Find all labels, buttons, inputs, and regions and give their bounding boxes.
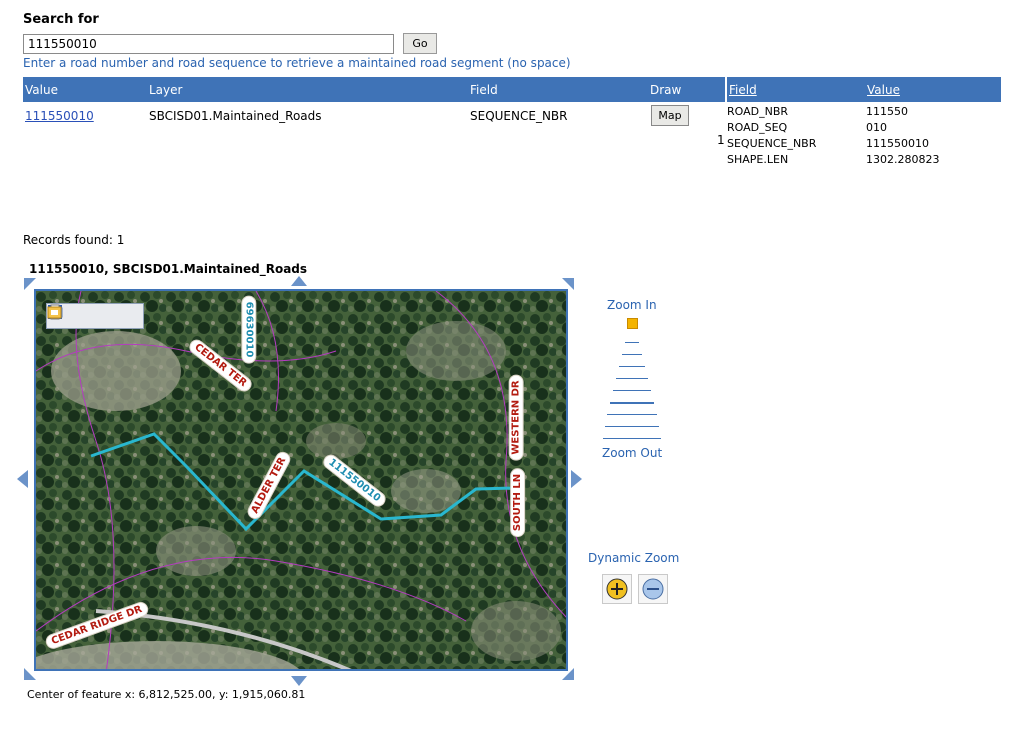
zoom-level[interactable]: [622, 354, 642, 355]
map-view[interactable]: CEDAR TER 69630010 WESTERN DR ALDER TER …: [34, 289, 568, 671]
zoom-level[interactable]: [603, 438, 661, 439]
dynamic-zoom-in-button[interactable]: [602, 574, 632, 604]
zoom-minus-icon: [642, 578, 664, 600]
results-header: Value Layer Field Draw: [23, 77, 725, 102]
map-toolbar: [46, 303, 144, 329]
search-hint: Enter a road number and road sequence to…: [23, 56, 571, 70]
pan-east-icon[interactable]: [571, 470, 582, 488]
street-label-south-ln: SOUTH LN: [511, 468, 525, 537]
results-table: Value Layer Field Draw 111550010 SBCISD0…: [23, 77, 725, 167]
map-title: 111550010, SBCISD01.Maintained_Roads: [29, 262, 308, 276]
attribute-value: 1302.280823: [866, 153, 940, 166]
col-value-header: Value: [25, 83, 58, 97]
col-layer-header: Layer: [149, 83, 183, 97]
zoom-level[interactable]: [619, 366, 645, 367]
attribute-value: 111550: [866, 105, 908, 118]
email-icon[interactable]: [47, 307, 115, 325]
attributes-table: Field Value ROAD_NBR 111550 ROAD_SEQ 010…: [727, 77, 1001, 169]
pan-west-icon[interactable]: [17, 470, 28, 488]
street-label-western-dr: WESTERN DR: [509, 375, 523, 460]
zoom-level[interactable]: [625, 342, 639, 343]
attribute-field: SHAPE.LEN: [727, 153, 789, 166]
attribute-row: SEQUENCE_NBR 111550010: [727, 137, 1001, 153]
feature-center-coords: Center of feature x: 6,812,525.00, y: 1,…: [27, 688, 306, 701]
zoom-level[interactable]: [610, 402, 654, 404]
col-draw-header: Draw: [650, 83, 682, 97]
zoom-level[interactable]: [613, 390, 651, 391]
result-field: SEQUENCE_NBR: [470, 109, 568, 123]
zoom-level[interactable]: [605, 426, 659, 427]
zoom-level-bar[interactable]: [603, 316, 663, 442]
attribute-row: ROAD_NBR 111550: [727, 105, 1001, 121]
attribute-field: ROAD_NBR: [727, 105, 789, 118]
col-field-header: Field: [470, 83, 498, 97]
field-header-link[interactable]: Field: [729, 83, 757, 97]
search-input[interactable]: [23, 34, 394, 54]
export-icon[interactable]: [47, 306, 137, 325]
result-layer: SBCISD01.Maintained_Roads: [149, 109, 322, 123]
attribute-value: 111550010: [866, 137, 929, 150]
value-header-link[interactable]: Value: [867, 83, 900, 97]
attribute-row: ROAD_SEQ 010: [727, 121, 1001, 137]
records-found: Records found: 1: [23, 233, 125, 247]
pan-north-icon[interactable]: [291, 276, 307, 286]
zoom-plus-icon: [606, 578, 628, 600]
zoom-level[interactable]: [607, 414, 657, 415]
map-button[interactable]: Map: [651, 105, 689, 126]
row-index: 1: [717, 133, 725, 147]
attribute-field: ROAD_SEQ: [727, 121, 788, 134]
road-number-label: 69630010: [242, 296, 256, 363]
result-value-link[interactable]: 111550010: [25, 109, 94, 123]
attribute-row: SHAPE.LEN 1302.280823: [727, 153, 1001, 169]
dynamic-zoom-out-button[interactable]: [638, 574, 668, 604]
go-button[interactable]: Go: [403, 33, 437, 54]
pan-south-icon[interactable]: [291, 676, 307, 686]
zoom-level[interactable]: [616, 378, 648, 379]
zoom-in-link[interactable]: Zoom In: [607, 298, 657, 312]
attribute-field: SEQUENCE_NBR: [727, 137, 817, 150]
dynamic-zoom-label: Dynamic Zoom: [588, 551, 680, 565]
attribute-value: 010: [866, 121, 887, 134]
print-icon[interactable]: [48, 304, 93, 325]
current-zoom-level-icon: [627, 318, 638, 329]
zoom-out-link[interactable]: Zoom Out: [602, 446, 662, 460]
attributes-header: Field Value: [727, 77, 1001, 102]
search-label: Search for: [23, 12, 99, 27]
